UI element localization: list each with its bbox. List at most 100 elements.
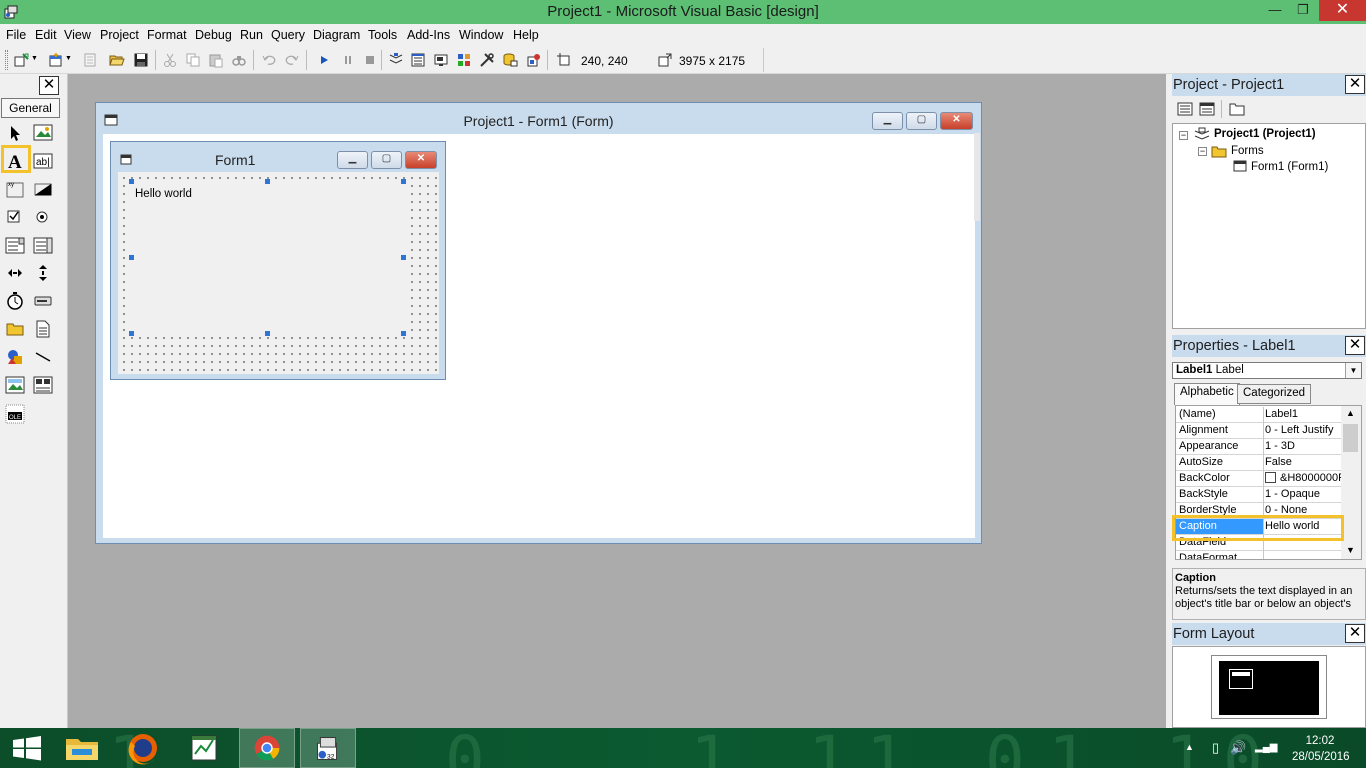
open-folder-icon[interactable] xyxy=(109,52,125,68)
paste-icon[interactable] xyxy=(208,52,224,68)
menu-format[interactable]: Format xyxy=(147,28,187,42)
menu-file[interactable]: File xyxy=(6,28,26,42)
view-code-icon[interactable] xyxy=(1177,102,1193,116)
tree-form1-node[interactable]: Form1 (Form1) xyxy=(1251,161,1328,173)
network-icon[interactable]: ▂▄▆ xyxy=(1255,742,1277,753)
scroll-down-icon[interactable]: ▼ xyxy=(1346,545,1355,555)
form1-client-area[interactable]: Hello world xyxy=(118,172,439,374)
resize-handle[interactable] xyxy=(401,255,406,260)
toolbox-close-button[interactable]: ✕ xyxy=(39,76,59,95)
form-designer-minimize-button[interactable]: ▁ xyxy=(872,112,903,130)
end-icon[interactable] xyxy=(362,52,378,68)
maximize-button[interactable]: ❐ xyxy=(1290,0,1316,21)
find-icon[interactable] xyxy=(231,52,247,68)
property-row[interactable]: Alignment 0 - Left Justify xyxy=(1176,423,1344,439)
redo-icon[interactable] xyxy=(284,52,300,68)
cut-icon[interactable] xyxy=(162,52,178,68)
toolbox-general-tab[interactable]: General xyxy=(1,98,60,118)
menu-editor-icon[interactable] xyxy=(82,52,98,68)
taskbar-clock[interactable]: 12:02 28/05/2016 xyxy=(1292,733,1350,765)
break-icon[interactable] xyxy=(340,52,356,68)
data-tool-icon[interactable] xyxy=(33,375,53,395)
save-icon[interactable] xyxy=(133,52,149,68)
frame-tool-icon[interactable]: xy xyxy=(5,179,25,199)
property-row[interactable]: AutoSize False xyxy=(1176,455,1344,471)
project-explorer-icon[interactable] xyxy=(388,52,404,68)
object-browser-icon[interactable] xyxy=(456,52,472,68)
menu-run[interactable]: Run xyxy=(240,28,263,42)
visual-basic-taskbar-icon[interactable]: 32 xyxy=(300,728,356,768)
vscrollbar-tool-icon[interactable] xyxy=(33,263,53,283)
label1-control[interactable]: Hello world xyxy=(131,181,405,333)
form-layout-close-button[interactable]: ✕ xyxy=(1345,624,1365,643)
menu-tools[interactable]: Tools xyxy=(368,28,397,42)
dropdown-arrow-icon[interactable]: ▼ xyxy=(65,55,72,62)
start-icon[interactable] xyxy=(316,52,332,68)
close-button[interactable]: ✕ xyxy=(1319,0,1366,21)
toolbox-icon[interactable] xyxy=(479,52,495,68)
task-manager-icon[interactable] xyxy=(177,728,233,768)
firefox-icon[interactable] xyxy=(115,728,171,768)
file-explorer-icon[interactable] xyxy=(54,728,110,768)
menu-window[interactable]: Window xyxy=(459,28,503,42)
property-grid-scrollbar[interactable]: ▲ ▼ xyxy=(1341,406,1361,559)
hscrollbar-tool-icon[interactable] xyxy=(5,263,25,283)
combobox-tool-icon[interactable] xyxy=(5,235,25,255)
optionbutton-tool-icon[interactable] xyxy=(33,207,53,227)
menu-add-ins[interactable]: Add-Ins xyxy=(407,28,450,42)
chrome-icon[interactable] xyxy=(239,728,295,768)
property-row[interactable]: (Name) Label1 xyxy=(1176,407,1344,423)
minimize-button[interactable]: — xyxy=(1262,0,1288,21)
form1-maximize-button[interactable]: ▢ xyxy=(371,151,402,169)
properties-window-icon[interactable] xyxy=(410,52,426,68)
tree-forms-folder[interactable]: Forms xyxy=(1231,145,1264,157)
textbox-tool-icon[interactable]: ab| xyxy=(33,151,53,171)
property-row[interactable]: Appearance 1 - 3D xyxy=(1176,439,1344,455)
commandbutton-tool-icon[interactable] xyxy=(33,179,53,199)
property-row[interactable]: BackStyle 1 - Opaque xyxy=(1176,487,1344,503)
view-object-icon[interactable] xyxy=(1199,102,1215,116)
form1-close-button[interactable]: ✕ xyxy=(405,151,437,169)
form1-window[interactable]: Form1 ▁ ▢ ✕ Hello world xyxy=(110,141,446,380)
copy-icon[interactable] xyxy=(185,52,201,68)
listbox-tool-icon[interactable] xyxy=(33,235,53,255)
menu-diagram[interactable]: Diagram xyxy=(313,28,360,42)
pointer-tool-icon[interactable] xyxy=(5,123,25,143)
resize-handle[interactable] xyxy=(129,255,134,260)
property-row[interactable]: DataFormat xyxy=(1176,551,1344,559)
toolbar-grip[interactable] xyxy=(5,50,8,70)
filelistbox-tool-icon[interactable] xyxy=(33,319,53,339)
data-view-icon[interactable] xyxy=(502,52,518,68)
chevron-down-icon[interactable]: ▼ xyxy=(1345,363,1361,378)
start-windows-icon[interactable] xyxy=(0,728,56,768)
form-designer-close-button[interactable]: ✕ xyxy=(940,112,973,130)
form1-minimize-button[interactable]: ▁ xyxy=(337,151,368,169)
picturebox-tool-icon[interactable] xyxy=(33,123,53,143)
dirlistbox-tool-icon[interactable] xyxy=(5,319,25,339)
collapse-icon[interactable]: − xyxy=(1198,147,1207,156)
form-layout-icon[interactable] xyxy=(433,52,449,68)
dropdown-arrow-icon[interactable]: ▼ xyxy=(31,55,38,62)
menu-project[interactable]: Project xyxy=(100,28,139,42)
resize-handle[interactable] xyxy=(401,179,406,184)
resize-handle[interactable] xyxy=(401,331,406,336)
drivelistbox-tool-icon[interactable] xyxy=(33,291,53,311)
menu-edit[interactable]: Edit xyxy=(35,28,57,42)
add-project-icon[interactable] xyxy=(14,52,30,68)
property-row[interactable]: BackColor &H8000000F xyxy=(1176,471,1344,487)
form-designer-maximize-button[interactable]: ▢ xyxy=(906,112,937,130)
timer-tool-icon[interactable] xyxy=(5,291,25,311)
resize-handle[interactable] xyxy=(265,179,270,184)
menu-help[interactable]: Help xyxy=(513,28,539,42)
toggle-folders-icon[interactable] xyxy=(1229,102,1245,116)
form1-icon[interactable] xyxy=(120,154,132,165)
battery-icon[interactable]: ▯ xyxy=(1212,740,1219,756)
tray-overflow-icon[interactable]: ▲ xyxy=(1185,742,1194,752)
line-tool-icon[interactable] xyxy=(33,347,53,367)
object-selector-dropdown[interactable]: Label1 Label ▼ xyxy=(1172,362,1362,379)
tab-categorized[interactable]: Categorized xyxy=(1237,384,1312,404)
scroll-thumb[interactable] xyxy=(1343,424,1358,452)
form-position-preview[interactable] xyxy=(1229,669,1253,689)
resize-handle[interactable] xyxy=(129,179,134,184)
volume-icon[interactable]: 🔊 xyxy=(1230,740,1246,756)
